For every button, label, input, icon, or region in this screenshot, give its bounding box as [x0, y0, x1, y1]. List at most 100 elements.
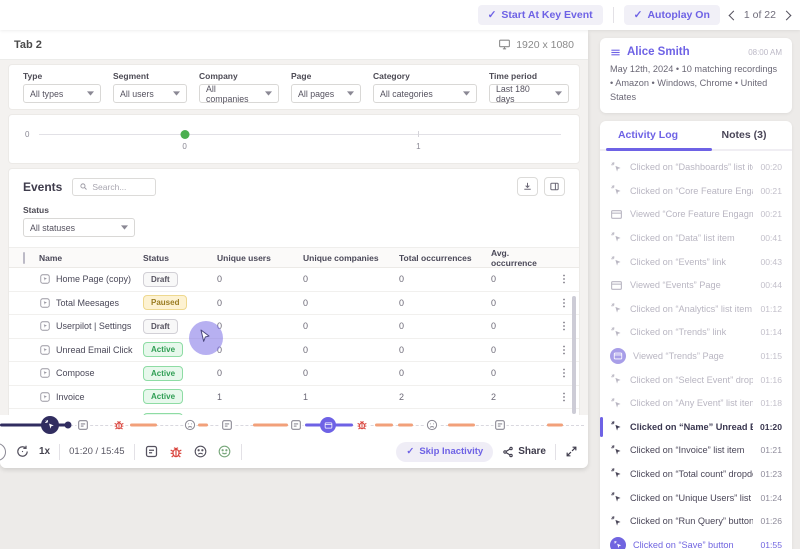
- share-button[interactable]: Share: [502, 446, 546, 458]
- filter-value: All users: [120, 89, 154, 99]
- tab-activity-log[interactable]: Activity Log: [600, 121, 696, 149]
- timeline-dot-marker[interactable]: [65, 422, 72, 429]
- filter-dropdown[interactable]: Last 180 days: [489, 84, 569, 103]
- row-menu-button[interactable]: [557, 296, 571, 310]
- row-menu-button[interactable]: [557, 366, 571, 380]
- activity-label: Clicked on “Any Event” list item: [630, 398, 753, 408]
- filter-dropdown[interactable]: All users: [113, 84, 187, 103]
- timeline-playhead[interactable]: [41, 416, 59, 434]
- activity-log-item[interactable]: Clicked on “Total count” dropdown 01:23: [600, 462, 792, 486]
- click-icon: [610, 326, 623, 339]
- activity-log-item[interactable]: Clicked on “Unique Users” list item 01:2…: [600, 486, 792, 510]
- event-name: Total Meesages: [56, 298, 119, 308]
- table-row[interactable]: Compose Active 0 0 0 0: [9, 362, 579, 386]
- activity-timestamp: 01:12: [760, 304, 782, 314]
- row-menu-button[interactable]: [557, 390, 571, 404]
- filter-dropdown[interactable]: All pages: [291, 84, 361, 103]
- activity-log-item[interactable]: Clicked on “Save” button 01:55: [600, 533, 792, 549]
- autoplay-button[interactable]: ✓ Autoplay On: [624, 5, 720, 25]
- events-table-body: Home Page (copy) Draft 0 0 0 0 Total Mee…: [9, 268, 579, 415]
- filter-label: Segment: [113, 71, 187, 81]
- skip-inactivity-button[interactable]: ✓ Skip Inactivity: [396, 442, 493, 462]
- report-bug-icon[interactable]: [168, 444, 184, 460]
- timeline-event-marker[interactable]: [320, 417, 336, 433]
- timeline-note-marker[interactable]: [220, 419, 233, 432]
- timeline-frown-marker[interactable]: [426, 419, 439, 432]
- autoplay-label: Autoplay On: [647, 9, 709, 21]
- activity-log-item[interactable]: Clicked on “Data” list item 00:41: [600, 226, 792, 250]
- timeline-bug-marker[interactable]: [356, 419, 369, 432]
- status-filter-dropdown[interactable]: All statuses: [23, 218, 135, 237]
- timeline-segment-orange: [547, 424, 563, 427]
- activity-timestamp: 01:20: [760, 422, 782, 432]
- activity-label: Clicked on “Data” list item: [630, 233, 753, 243]
- slider-track[interactable]: [39, 134, 561, 135]
- next-recording-button[interactable]: [782, 10, 792, 20]
- timeline-note-marker[interactable]: [76, 419, 89, 432]
- column-header[interactable]: Unique users: [217, 253, 303, 263]
- column-header[interactable]: Total occurrences: [399, 253, 491, 263]
- filter-dropdown[interactable]: All companies: [199, 84, 279, 103]
- timeline-frown-marker[interactable]: [183, 419, 196, 432]
- columns-button[interactable]: [544, 177, 565, 196]
- activity-log-item[interactable]: Viewed “Trends” Page 01:15: [600, 344, 792, 368]
- column-header[interactable]: Name: [39, 253, 143, 263]
- activity-log-item[interactable]: Clicked on “Dashboards” list item 00:20: [600, 155, 792, 179]
- playback-timeline[interactable]: [0, 415, 588, 435]
- start-at-key-event-button[interactable]: ✓ Start At Key Event: [478, 5, 603, 25]
- table-scrollbar[interactable]: [572, 296, 576, 414]
- activity-log-item[interactable]: Clicked on “Events” link 00:43: [600, 250, 792, 274]
- activity-label: Viewed “Events” Page: [630, 280, 753, 290]
- playback-speed[interactable]: 1x: [39, 446, 50, 457]
- activity-log-item[interactable]: Clicked on “Run Query” button 01:26: [600, 509, 792, 533]
- user-name[interactable]: Alice Smith: [627, 46, 690, 58]
- activity-log-item[interactable]: Clicked on “Any Event” list item 01:18: [600, 391, 792, 415]
- table-row[interactable]: Total Meesages Paused 0 0 0 0: [9, 292, 579, 316]
- activity-log-item[interactable]: Clicked on “Select Event” dropdown 01:16: [600, 368, 792, 392]
- timeline-note-marker[interactable]: [493, 419, 506, 432]
- activity-log-item[interactable]: Clicked on “Name” Unread Email C... 01:2…: [600, 415, 792, 439]
- download-button[interactable]: [517, 177, 538, 196]
- playback-time: 01:20 / 15:45: [69, 446, 124, 457]
- timeline-note-marker[interactable]: [289, 419, 302, 432]
- select-all-checkbox[interactable]: [23, 252, 25, 264]
- activity-log-item[interactable]: Clicked on “Analytics” list item 01:12: [600, 297, 792, 321]
- table-row[interactable]: Userpilot | Settings Draft 0 0 0 0: [9, 315, 579, 339]
- timeline-segment-orange: [375, 424, 393, 427]
- fullscreen-icon[interactable]: [565, 445, 578, 458]
- activity-label: Viewed “Trends” Page: [633, 351, 753, 361]
- activity-log-item[interactable]: Clicked on “Trends” link 01:14: [600, 321, 792, 345]
- activity-log-item[interactable]: Clicked on “Core Feature Engagem... 00:2…: [600, 179, 792, 203]
- add-note-icon[interactable]: [144, 444, 159, 459]
- column-header[interactable]: Avg. occurrence: [491, 248, 557, 268]
- table-row[interactable]: Invoice Active 1 1 2 2: [9, 386, 579, 410]
- slider-handle[interactable]: [180, 130, 189, 139]
- status-filter-value: All statuses: [30, 223, 75, 233]
- smile-reaction-icon[interactable]: [217, 444, 232, 459]
- replay-10s-icon[interactable]: [15, 444, 30, 459]
- tab-notes[interactable]: Notes (3): [696, 121, 792, 149]
- prev-recording-button[interactable]: [728, 10, 738, 20]
- activity-log-item[interactable]: Viewed “Events” Page 00:44: [600, 273, 792, 297]
- table-row[interactable]: Unread Email Click Active 0 0 0 0: [9, 339, 579, 363]
- table-row[interactable]: Home Page (copy) Draft 0 0 0 0: [9, 268, 579, 292]
- chevron-down-icon: [555, 91, 562, 96]
- filter-dropdown[interactable]: All categories: [373, 84, 477, 103]
- search-input[interactable]: [92, 182, 152, 192]
- column-header[interactable]: Unique companies: [303, 253, 399, 263]
- column-header[interactable]: Status: [143, 253, 217, 263]
- controls-divider: [59, 444, 60, 460]
- row-menu-button[interactable]: [557, 343, 571, 357]
- activity-log-item[interactable]: Viewed “Core Feature Engagment” 00:21: [600, 203, 792, 227]
- row-menu-button[interactable]: [557, 319, 571, 333]
- row-menu-button[interactable]: [557, 272, 571, 286]
- filter-dropdown[interactable]: All types: [23, 84, 101, 103]
- replay-cursor: [189, 321, 223, 355]
- frown-reaction-icon[interactable]: [193, 444, 208, 459]
- activity-log-item[interactable]: Clicked on “Invoice” list item 01:21: [600, 439, 792, 463]
- share-icon: [502, 446, 514, 458]
- replay-player-panel: Tab 2 1920 x 1080 Type All types Segment…: [0, 30, 588, 468]
- pause-button[interactable]: [0, 443, 6, 461]
- hamburger-icon[interactable]: [610, 47, 621, 58]
- timeline-bug-marker[interactable]: [112, 419, 125, 432]
